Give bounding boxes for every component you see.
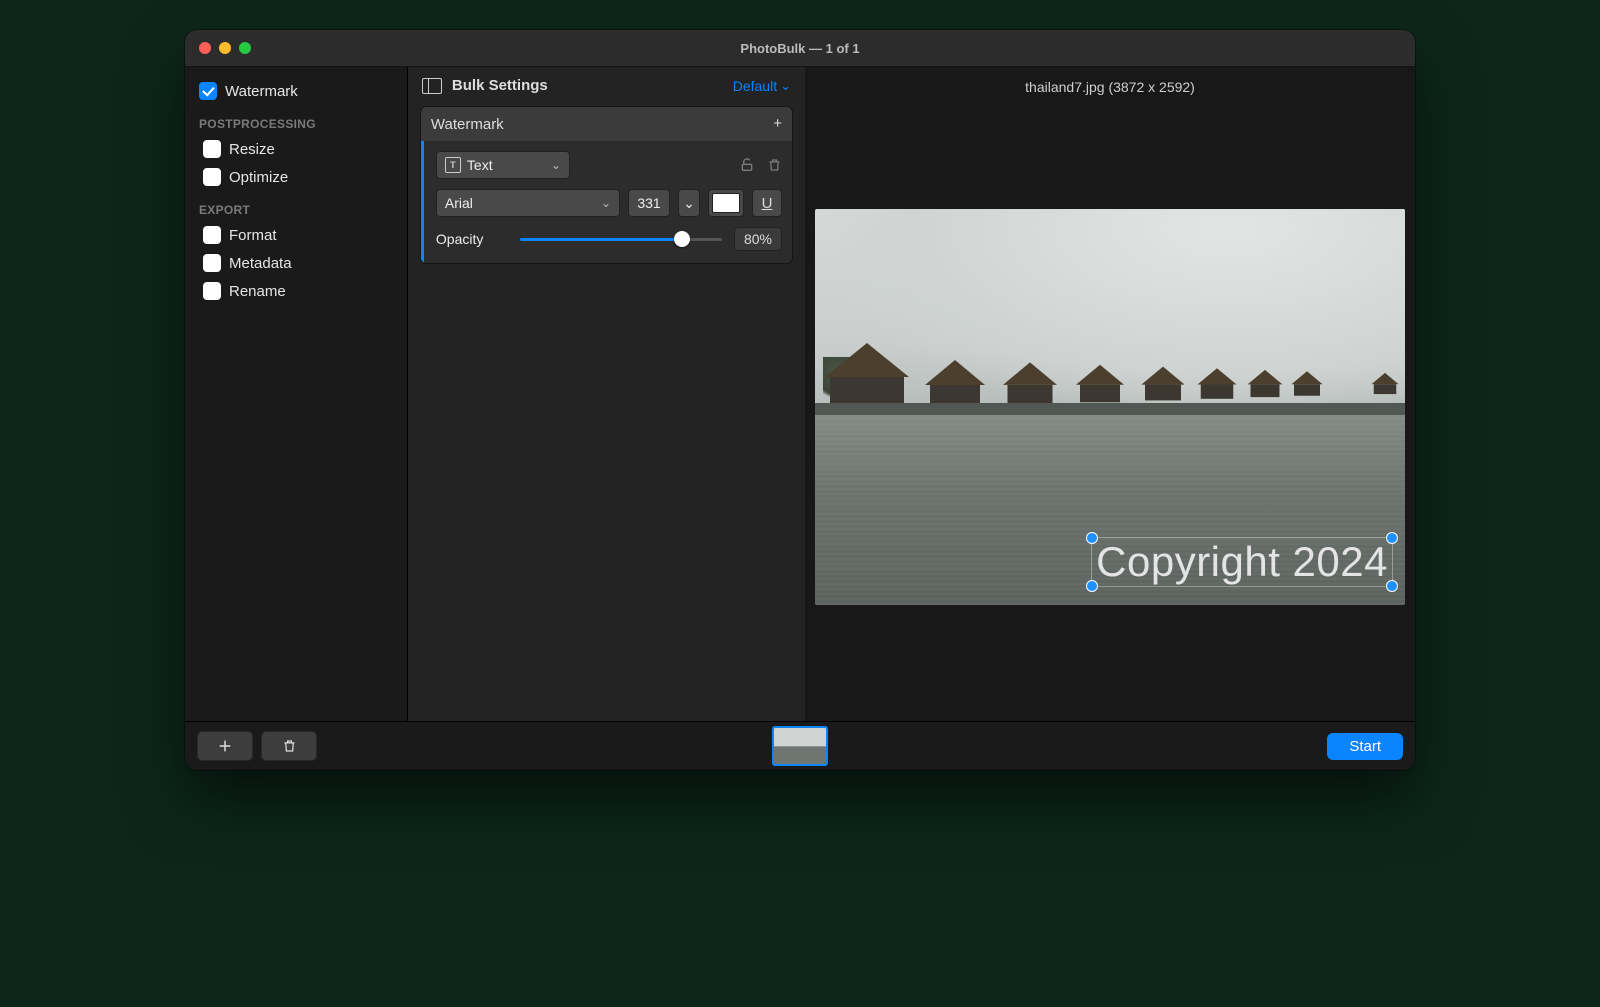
- text-type-icon: T: [445, 157, 461, 173]
- sidebar-item-label: Format: [229, 227, 277, 244]
- underline-icon: U: [762, 195, 773, 212]
- watermark-card: Watermark + T Text: [420, 106, 793, 264]
- close-window-button[interactable]: [199, 42, 211, 54]
- zoom-window-button[interactable]: [239, 42, 251, 54]
- resize-handle-tr[interactable]: [1386, 532, 1398, 544]
- sidebar-item-format[interactable]: Format: [193, 221, 399, 249]
- settings-panel: Bulk Settings Default Watermark + T Text: [408, 67, 805, 721]
- sidebar-item-metadata[interactable]: Metadata: [193, 249, 399, 277]
- start-button[interactable]: Start: [1327, 733, 1403, 760]
- sidebar-item-watermark[interactable]: Watermark: [193, 77, 399, 105]
- checkbox-resize[interactable]: [203, 140, 221, 158]
- sidebar-item-label: Optimize: [229, 169, 288, 186]
- titlebar: PhotoBulk — 1 of 1: [185, 30, 1415, 67]
- preview-canvas[interactable]: Copyright 2024: [815, 209, 1405, 605]
- checkbox-format[interactable]: [203, 226, 221, 244]
- sidebar-item-optimize[interactable]: Optimize: [193, 163, 399, 191]
- sidebar-item-resize[interactable]: Resize: [193, 135, 399, 163]
- font-select[interactable]: Arial: [436, 189, 620, 217]
- preset-dropdown[interactable]: Default: [733, 78, 791, 94]
- watermark-type-select[interactable]: T Text: [436, 151, 570, 179]
- checkbox-rename[interactable]: [203, 282, 221, 300]
- font-size-stepper[interactable]: ⌄: [678, 189, 700, 217]
- preview-thumbnail[interactable]: [772, 726, 828, 766]
- preview-panel: thailand7.jpg (3872 x 2592): [805, 67, 1415, 721]
- footer-bar: Start: [185, 721, 1415, 770]
- sidebar: Watermark POSTPROCESSING Resize Optimize…: [185, 67, 408, 721]
- watermark-text[interactable]: Copyright 2024: [1096, 538, 1388, 586]
- remove-image-button[interactable]: [261, 731, 317, 761]
- sidebar-item-label: Metadata: [229, 255, 292, 272]
- checkbox-watermark[interactable]: [199, 82, 217, 100]
- watermark-card-title: Watermark: [431, 116, 504, 133]
- sidebar-item-label: Rename: [229, 283, 286, 300]
- checkbox-metadata[interactable]: [203, 254, 221, 272]
- lock-icon[interactable]: [739, 157, 755, 173]
- minimize-window-button[interactable]: [219, 42, 231, 54]
- font-size-input[interactable]: 331: [628, 189, 670, 217]
- sidebar-item-label: Resize: [229, 141, 275, 158]
- sidebar-group-postprocessing: POSTPROCESSING: [193, 105, 399, 135]
- add-watermark-button[interactable]: +: [773, 115, 782, 133]
- add-image-button[interactable]: [197, 731, 253, 761]
- checkbox-optimize[interactable]: [203, 168, 221, 186]
- delete-watermark-button[interactable]: [767, 157, 782, 173]
- panel-layout-icon[interactable]: [422, 78, 442, 94]
- watermark-bounding-box[interactable]: Copyright 2024: [1091, 537, 1393, 587]
- settings-title: Bulk Settings: [452, 77, 723, 94]
- resize-handle-br[interactable]: [1386, 580, 1398, 592]
- opacity-label: Opacity: [436, 231, 508, 247]
- preview-filename: thailand7.jpg (3872 x 2592): [805, 67, 1415, 103]
- underline-toggle[interactable]: U: [752, 189, 782, 217]
- window-title: PhotoBulk — 1 of 1: [185, 41, 1415, 56]
- sidebar-item-rename[interactable]: Rename: [193, 277, 399, 305]
- opacity-value[interactable]: 80%: [734, 227, 782, 251]
- sidebar-group-export: EXPORT: [193, 191, 399, 221]
- sidebar-item-label: Watermark: [225, 83, 298, 100]
- color-swatch-icon: [712, 193, 740, 213]
- color-swatch[interactable]: [708, 189, 744, 217]
- app-window: PhotoBulk — 1 of 1 Watermark POSTPROCESS…: [185, 30, 1415, 770]
- opacity-slider[interactable]: [520, 229, 722, 249]
